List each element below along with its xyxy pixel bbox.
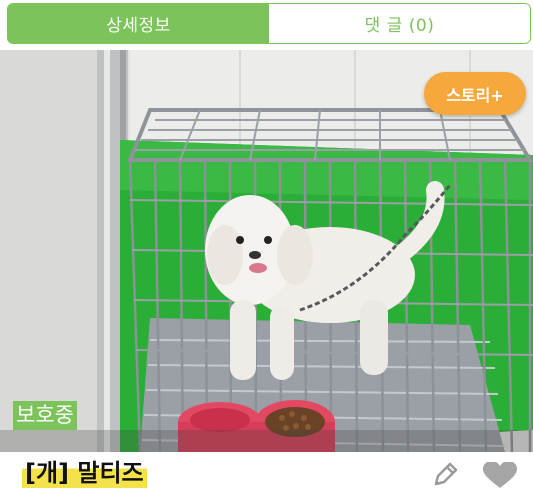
pencil-icon[interactable] — [430, 462, 458, 486]
tab-details[interactable]: 상세정보 — [8, 4, 269, 43]
status-badge: 보호중 — [13, 401, 77, 430]
heart-icon[interactable] — [482, 462, 518, 488]
story-add-button[interactable]: 스토리+ — [424, 72, 526, 115]
status-overlay — [0, 430, 533, 452]
detail-tabs: 상세정보 댓 글 (0) — [7, 3, 531, 44]
tab-comments[interactable]: 댓 글 (0) — [269, 4, 530, 43]
animal-title: [개] 말티즈 — [22, 458, 147, 488]
